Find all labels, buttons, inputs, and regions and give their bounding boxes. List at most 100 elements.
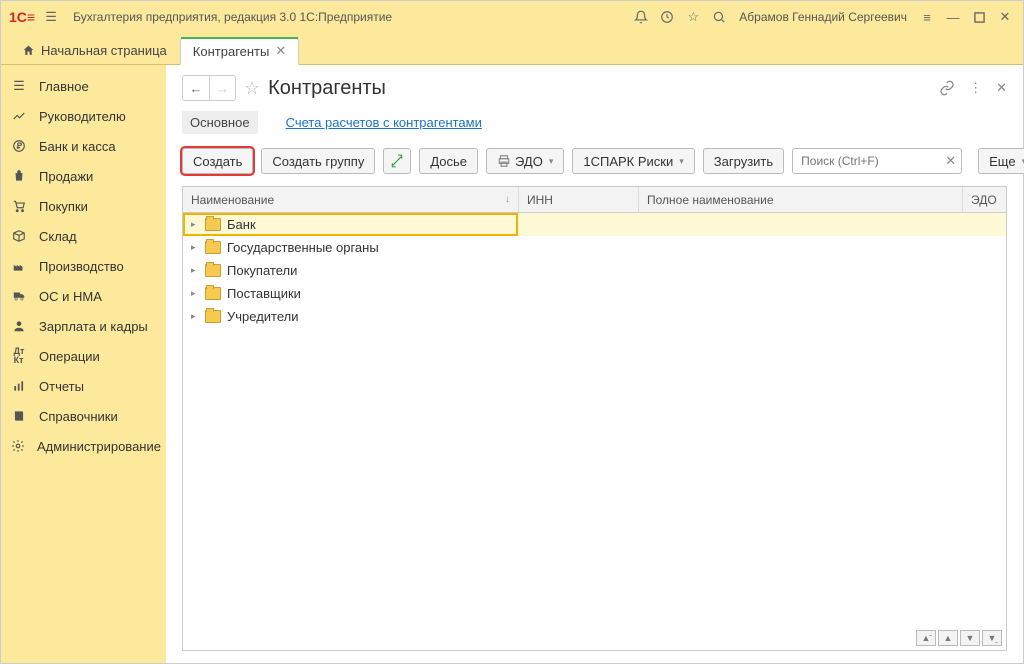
body: ☰ Главное Руководителю Банк и касса Прод…: [1, 65, 1023, 663]
search-clear-icon[interactable]: ✕: [945, 153, 956, 169]
sidebar-item-purchases[interactable]: Покупки: [1, 191, 166, 221]
grid-rows: ▸Банк ▸Государственные органы ▸Покупател…: [183, 213, 1006, 650]
barchart-icon: [11, 378, 27, 394]
create-group-button[interactable]: Создать группу: [261, 148, 375, 174]
expand-icon[interactable]: ▸: [191, 242, 199, 253]
tab-home[interactable]: Начальная страница: [9, 36, 180, 64]
sidebar-item-label: Отчеты: [39, 379, 84, 394]
sidebar-item-reports[interactable]: Отчеты: [1, 371, 166, 401]
column-name[interactable]: Наименование ↓: [183, 187, 518, 212]
person-icon: [11, 318, 27, 334]
sidebar-item-label: Банк и касса: [39, 139, 116, 154]
scroll-down-icon[interactable]: ▼: [960, 630, 980, 646]
folder-icon: [205, 264, 221, 277]
table-row[interactable]: ▸Покупатели: [183, 259, 1006, 282]
history-icon[interactable]: [657, 7, 677, 27]
sidebar-item-main[interactable]: ☰ Главное: [1, 71, 166, 101]
folder-icon: [205, 218, 221, 231]
column-fullname[interactable]: Полное наименование: [638, 187, 962, 212]
sidebar-item-admin[interactable]: Администрирование: [1, 431, 166, 461]
more-button[interactable]: Еще▾: [978, 148, 1024, 174]
sidebar-item-hr[interactable]: Зарплата и кадры: [1, 311, 166, 341]
page-close-icon[interactable]: ✕: [996, 80, 1007, 96]
titlebar: 1C≡ ☰ Бухгалтерия предприятия, редакция …: [1, 1, 1023, 33]
menu-icon: ☰: [11, 78, 27, 94]
sidebar-item-production[interactable]: Производство: [1, 251, 166, 281]
expand-icon[interactable]: ▸: [191, 288, 199, 299]
bag-icon: [11, 168, 27, 184]
folder-icon: [205, 287, 221, 300]
sidebar-item-operations[interactable]: ДтКт Операции: [1, 341, 166, 371]
sidebar-item-label: Операции: [39, 349, 100, 364]
close-icon[interactable]: ✕: [995, 7, 1015, 27]
star-icon[interactable]: ☆: [683, 7, 703, 27]
sidebar-item-label: Зарплата и кадры: [39, 319, 148, 334]
sidebar-item-label: Справочники: [39, 409, 118, 424]
scroll-top-icon[interactable]: ▲̄: [916, 630, 936, 646]
sidebar-item-references[interactable]: Справочники: [1, 401, 166, 431]
create-button[interactable]: Создать: [182, 148, 253, 174]
search-input[interactable]: [792, 148, 962, 174]
column-inn[interactable]: ИНН: [518, 187, 638, 212]
table-row[interactable]: ▸Учредители: [183, 305, 1006, 328]
scroll-up-icon[interactable]: ▲: [938, 630, 958, 646]
tab-contractors-label: Контрагенты: [193, 44, 270, 59]
sidebar-item-label: Руководителю: [39, 109, 126, 124]
nav-back-button[interactable]: ←: [183, 76, 209, 100]
table-row[interactable]: ▸Банк: [183, 213, 1006, 236]
edo-button[interactable]: ЭДО▾: [486, 148, 564, 174]
tab-bar: Начальная страница Контрагенты ✕: [1, 33, 1023, 65]
sidebar-item-sales[interactable]: Продажи: [1, 161, 166, 191]
app-title: Бухгалтерия предприятия, редакция 3.0 1С…: [73, 10, 625, 24]
print-icon: [497, 154, 511, 168]
minimize-icon[interactable]: —: [943, 7, 963, 27]
sidebar-item-bank[interactable]: Банк и касса: [1, 131, 166, 161]
gear-icon: [11, 438, 25, 454]
sidebar-item-warehouse[interactable]: Склад: [1, 221, 166, 251]
tab-home-label: Начальная страница: [41, 43, 167, 58]
sidebar-item-label: Склад: [39, 229, 77, 244]
dossier-button[interactable]: Досье: [419, 148, 478, 174]
truck-icon: [11, 288, 27, 304]
tab-contractors[interactable]: Контрагенты ✕: [180, 37, 299, 65]
user-name[interactable]: Абрамов Геннадий Сергеевич: [739, 10, 907, 24]
expand-icon[interactable]: ▸: [191, 311, 199, 322]
chart-line-icon: [11, 108, 27, 124]
column-edo[interactable]: ЭДО: [962, 187, 1006, 212]
table-row[interactable]: ▸Поставщики: [183, 282, 1006, 305]
kebab-icon[interactable]: ⋮: [969, 80, 982, 96]
scroll-bottom-icon[interactable]: ▼̱: [982, 630, 1002, 646]
chevron-down-icon: ▾: [549, 156, 554, 167]
refresh-button[interactable]: [383, 148, 411, 174]
search-wrap: ✕: [792, 148, 962, 174]
sidebar-item-assets[interactable]: ОС и НМА: [1, 281, 166, 311]
nav-forward-button[interactable]: →: [209, 76, 235, 100]
page-title: Контрагенты: [268, 77, 931, 100]
table-row[interactable]: ▸Государственные органы: [183, 236, 1006, 259]
subtabs: Основное Счета расчетов с контрагентами: [166, 105, 1023, 144]
filter-icon[interactable]: ≡: [917, 7, 937, 27]
sort-arrow-icon: ↓: [505, 194, 510, 205]
load-button[interactable]: Загрузить: [703, 148, 784, 174]
maximize-icon[interactable]: [969, 7, 989, 27]
hamburger-icon[interactable]: ☰: [41, 7, 61, 27]
favorite-star-icon[interactable]: ☆: [244, 78, 260, 99]
link-icon[interactable]: [939, 80, 955, 96]
nav-buttons: ← →: [182, 75, 236, 101]
subtab-main[interactable]: Основное: [182, 111, 258, 134]
spark-button[interactable]: 1СПАРК Риски▾: [572, 148, 694, 174]
grid-header: Наименование ↓ ИНН Полное наименование Э…: [183, 187, 1006, 213]
search-icon[interactable]: [709, 7, 729, 27]
tab-close-icon[interactable]: ✕: [275, 43, 286, 59]
bell-icon[interactable]: [631, 7, 651, 27]
sidebar-item-label: Покупки: [39, 199, 88, 214]
main: ← → ☆ Контрагенты ⋮ ✕ Основное Счета рас…: [166, 65, 1023, 663]
ruble-icon: [11, 138, 27, 154]
folder-icon: [205, 241, 221, 254]
subtab-accounts[interactable]: Счета расчетов с контрагентами: [278, 111, 490, 134]
toolbar: Создать Создать группу Досье ЭДО▾ 1СПАРК…: [166, 144, 1023, 186]
sidebar-item-label: Производство: [39, 259, 124, 274]
expand-icon[interactable]: ▸: [191, 219, 199, 230]
sidebar-item-manager[interactable]: Руководителю: [1, 101, 166, 131]
expand-icon[interactable]: ▸: [191, 265, 199, 276]
